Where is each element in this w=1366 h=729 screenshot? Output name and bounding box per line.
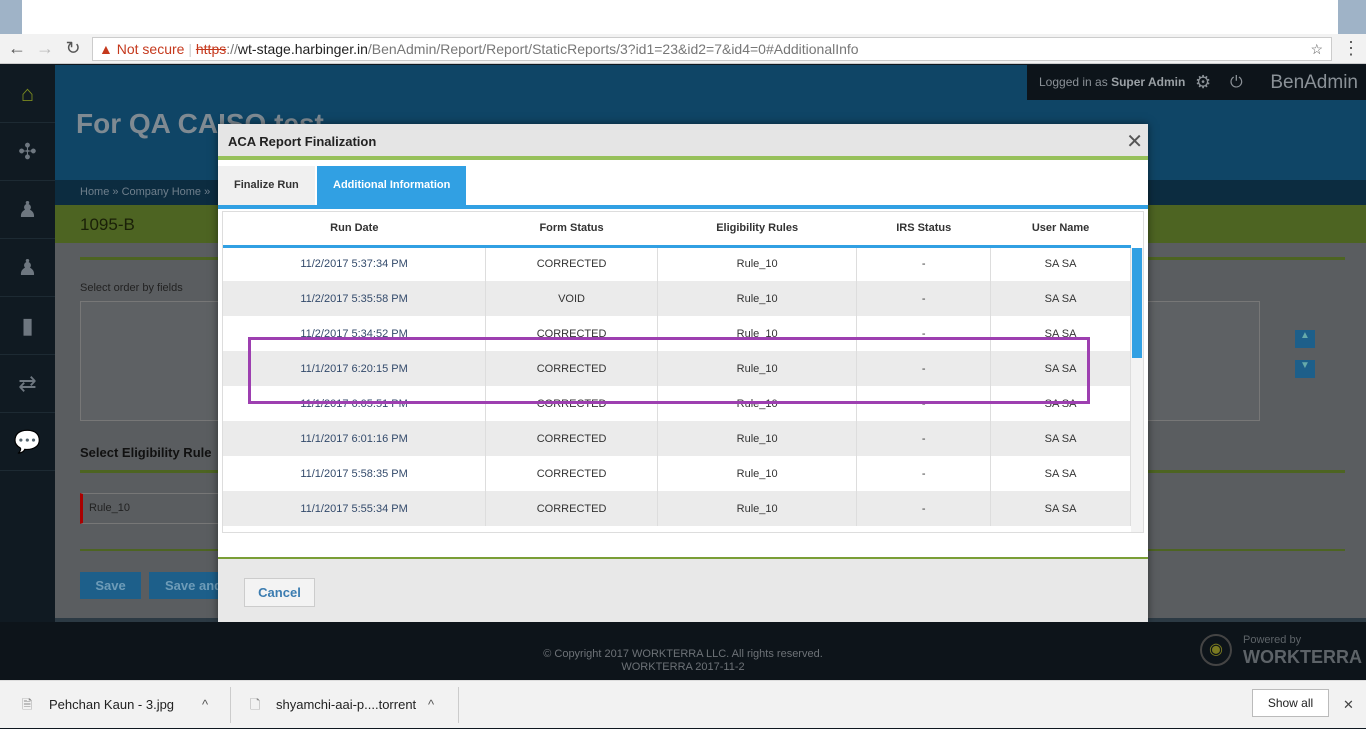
- table-cell: CORRECTED: [485, 456, 659, 491]
- power-icon[interactable]: ⏻: [1230, 65, 1243, 100]
- workterra-logo-icon: ◉: [1200, 634, 1232, 666]
- powered-by-label: Powered by: [1243, 634, 1302, 646]
- transfer-icon[interactable]: ⇄: [0, 355, 55, 413]
- user-add-icon[interactable]: ♟: [0, 181, 55, 239]
- table-cell: 11/1/2017 5:58:35 PM: [223, 456, 487, 491]
- table-cell: Rule_10: [657, 491, 858, 526]
- copyright-text: © Copyright 2017 WORKTERRA LLC. All righ…: [543, 648, 823, 660]
- user-name: Super Admin: [1111, 75, 1186, 89]
- table-row[interactable]: 11/2/2017 5:37:34 PM CORRECTED Rule_10- SA …: [223, 246, 1131, 281]
- warning-icon: ▲: [99, 41, 113, 57]
- url-input[interactable]: ▲ Not secure | https://wt-stage.harbinge…: [92, 37, 1332, 61]
- home-icon[interactable]: ⌂: [0, 65, 55, 123]
- table-row[interactable]: 11/1/2017 6:01:16 PM CORRECTED Rule_10- SA …: [223, 421, 1131, 456]
- save-and-button[interactable]: Save and: [149, 572, 229, 599]
- table-cell: CORRECTED: [485, 246, 659, 281]
- table-cell: 11/2/2017 5:37:34 PM: [223, 246, 487, 281]
- dialog-header: ACA Report Finalization ✕: [218, 124, 1148, 160]
- gear-icon[interactable]: ⚙: [1195, 65, 1211, 100]
- save-button[interactable]: Save: [80, 572, 141, 599]
- page-footer: © Copyright 2017 WORKTERRA LLC. All righ…: [0, 622, 1366, 680]
- eligibility-label: Select Eligibility Rule: [80, 445, 212, 460]
- dialog-title: ACA Report Finalization: [228, 134, 377, 149]
- table-row[interactable]: 11/1/2017 5:58:35 PM CORRECTED Rule_10- SA …: [223, 456, 1131, 491]
- url-scheme: https: [195, 41, 227, 57]
- tab-additional-information[interactable]: Additional Information: [317, 166, 467, 205]
- forward-icon[interactable]: →: [34, 38, 56, 59]
- url-path: /BenAdmin/Report/Report/StaticReports/3?…: [367, 41, 859, 57]
- back-icon[interactable]: ←: [6, 38, 28, 59]
- column-header[interactable]: IRS Status: [856, 212, 991, 248]
- download-item[interactable]: shyamchi-aai-p....torrent: [276, 681, 416, 729]
- download-item[interactable]: Pehchan Kaun - 3.jpg: [49, 681, 174, 729]
- chevron-up-icon[interactable]: ^: [202, 681, 208, 729]
- move-up-button[interactable]: ▲: [1295, 330, 1315, 348]
- table-cell: CORRECTED: [485, 491, 659, 526]
- column-header[interactable]: Form Status: [485, 212, 658, 248]
- report-finalization-dialog: ACA Report Finalization ✕ Finalize Run A…: [218, 124, 1148, 622]
- section-title: 1095-B: [80, 215, 135, 234]
- downloads-bar: 🗎 Pehchan Kaun - 3.jpg ^ 🗋 shyamchi-aai-…: [0, 680, 1366, 728]
- tab-finalize-run[interactable]: Finalize Run: [218, 166, 315, 205]
- close-icon[interactable]: ✕: [1126, 124, 1143, 160]
- puzzle-icon[interactable]: ✣: [0, 123, 55, 181]
- reload-icon[interactable]: ↻: [62, 38, 84, 59]
- user-icon[interactable]: ♟: [0, 239, 55, 297]
- tab-bar: Finalize Run Additional Information: [218, 166, 1148, 209]
- table-cell: -: [856, 281, 992, 316]
- logged-in-label: Logged in as: [1039, 75, 1108, 89]
- table-cell: SA SA: [990, 491, 1131, 526]
- close-icon[interactable]: ✕: [1343, 681, 1354, 729]
- table-row[interactable]: 11/2/2017 5:35:58 PM VOID Rule_10- SA SA: [223, 281, 1131, 316]
- table-cell: 11/1/2017 6:01:16 PM: [223, 421, 487, 456]
- table-cell: VOID: [485, 281, 659, 316]
- chevron-up-icon[interactable]: ^: [428, 681, 434, 729]
- user-bar: Logged in as Super Admin ⚙ ⏻ BenAdmin: [1027, 65, 1366, 100]
- table-cell: CORRECTED: [485, 421, 659, 456]
- table-cell: SA SA: [990, 456, 1131, 491]
- table-cell: -: [856, 421, 992, 456]
- image-file-icon: 🗎: [22, 697, 33, 712]
- chat-icon[interactable]: 💬: [0, 413, 55, 471]
- order-label: Select order by fields: [80, 282, 183, 294]
- table-cell: Rule_10: [657, 456, 858, 491]
- menu-icon[interactable]: ⋮: [1340, 38, 1362, 59]
- column-header[interactable]: Eligibility Rules: [657, 212, 857, 248]
- move-down-button[interactable]: ▼: [1295, 360, 1315, 378]
- run-history-table: Run Date Form Status Eligibility Rules IRS …: [222, 211, 1144, 533]
- table-cell: -: [856, 456, 992, 491]
- sidebar: ⌂ ✣ ♟ ♟ ▮ ⇄ 💬: [0, 65, 55, 622]
- table-cell: SA SA: [990, 281, 1131, 316]
- brand-logo: BenAdmin: [1270, 72, 1358, 93]
- cancel-button[interactable]: Cancel: [244, 578, 315, 607]
- url-host: wt-stage.harbinger.in: [237, 41, 368, 57]
- bookmark-star-icon[interactable]: ☆: [1310, 38, 1323, 60]
- column-header[interactable]: User Name: [990, 212, 1131, 248]
- version-text: WORKTERRA 2017-11-2: [621, 661, 745, 673]
- table-cell: SA SA: [990, 421, 1131, 456]
- table-cell: Rule_10: [657, 281, 858, 316]
- address-bar-area: ← → ↻ ▲ Not secure | https://wt-stage.ha…: [0, 34, 1366, 64]
- scrollbar-thumb[interactable]: [1132, 248, 1142, 358]
- table-cell: 11/2/2017 5:35:58 PM: [223, 281, 487, 316]
- table-scrollbar[interactable]: [1131, 248, 1143, 532]
- table-cell: -: [856, 491, 992, 526]
- table-row[interactable]: 11/1/2017 5:55:34 PM CORRECTED Rule_10- SA …: [223, 491, 1131, 526]
- security-label: Not secure: [116, 41, 185, 57]
- table-cell: 11/1/2017 5:55:34 PM: [223, 491, 487, 526]
- window-titlebar: [0, 0, 1366, 34]
- file-icon: 🗋: [250, 697, 261, 712]
- show-all-button[interactable]: Show all: [1252, 689, 1329, 717]
- table-cell: Rule_10: [657, 246, 858, 281]
- highlight-box: [248, 337, 1090, 404]
- dialog-footer: Cancel: [218, 557, 1148, 622]
- table-cell: SA SA: [990, 246, 1131, 281]
- bar-chart-icon[interactable]: ▮: [0, 297, 55, 355]
- column-header[interactable]: Run Date: [223, 212, 486, 248]
- table-cell: Rule_10: [657, 421, 858, 456]
- table-cell: -: [856, 246, 992, 281]
- powered-brand: WORKTERRA: [1243, 647, 1362, 667]
